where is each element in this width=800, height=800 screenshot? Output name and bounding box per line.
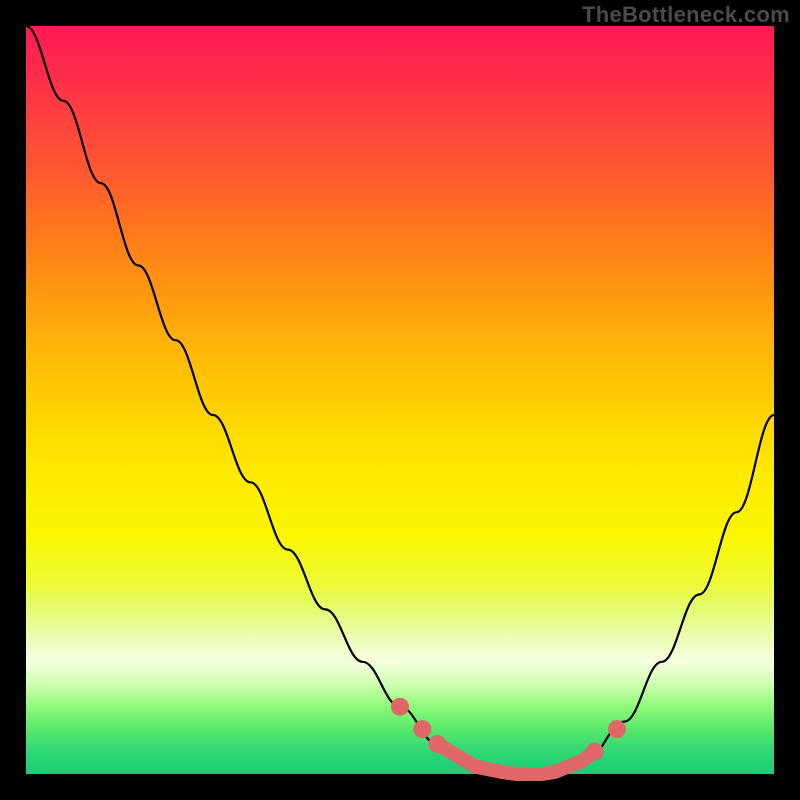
bottleneck-curve-svg — [26, 26, 774, 774]
chart-canvas: TheBottleneck.com — [0, 0, 800, 800]
optimal-marker-dot — [391, 698, 409, 716]
optimal-marker-dot — [413, 720, 431, 738]
plot-area — [24, 24, 776, 776]
bottleneck-curve — [26, 26, 774, 774]
optimal-marker-dot — [608, 720, 626, 738]
optimal-marker-dot — [428, 735, 446, 753]
optimal-markers — [391, 698, 626, 761]
optimal-range-highlight — [437, 744, 594, 774]
optimal-marker-dot — [586, 743, 604, 761]
